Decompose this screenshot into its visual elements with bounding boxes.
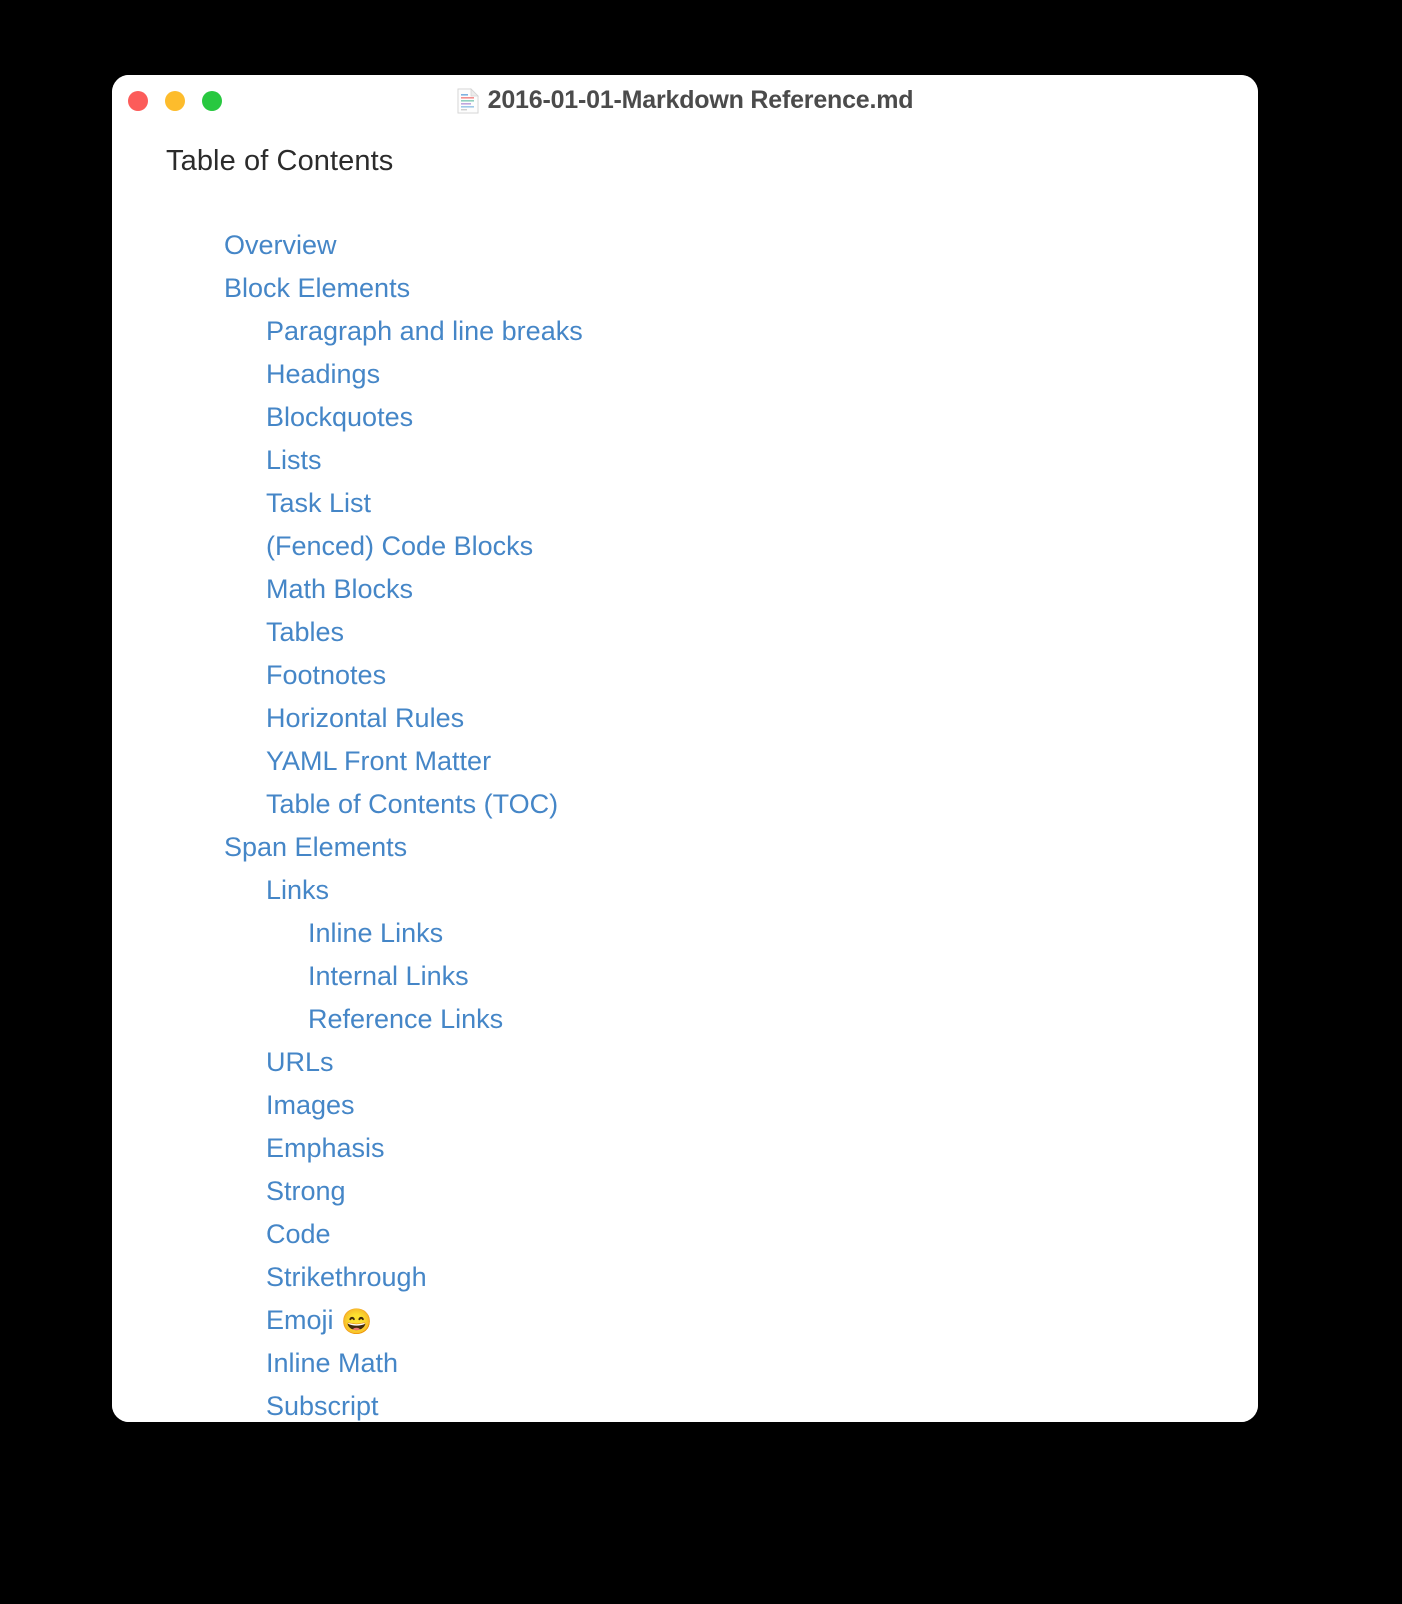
toc-link[interactable]: Block Elements	[224, 273, 410, 303]
list-item: Inline Links	[112, 912, 1258, 955]
toc-link[interactable]: Overview	[224, 230, 337, 260]
window-controls	[128, 91, 222, 111]
toc-link[interactable]: Reference Links	[308, 1004, 503, 1034]
toc-link[interactable]: Math Blocks	[266, 574, 413, 604]
toc-link[interactable]: Table of Contents (TOC)	[266, 789, 558, 819]
window-title-group: 2016-01-01-Markdown Reference.md	[112, 86, 1258, 115]
list-item: Inline Math	[112, 1342, 1258, 1385]
list-item: Images	[112, 1084, 1258, 1127]
close-button[interactable]	[128, 91, 148, 111]
toc-link[interactable]: Subscript	[266, 1391, 379, 1421]
list-item: YAML Front Matter	[112, 740, 1258, 783]
document-content: Table of Contents Overview Block Elements…	[112, 127, 1258, 1422]
toc-link[interactable]: Span Elements	[224, 832, 407, 862]
list-item: Headings	[112, 353, 1258, 396]
screenshot-canvas: 2016-01-01-Markdown Reference.md Table o…	[0, 0, 1402, 1604]
list-item: (Fenced) Code Blocks	[112, 525, 1258, 568]
toc-link[interactable]: Images	[266, 1090, 355, 1120]
list-item: Footnotes	[112, 654, 1258, 697]
toc-link[interactable]: YAML Front Matter	[266, 746, 491, 776]
toc-link[interactable]: Headings	[266, 359, 380, 389]
toc-link[interactable]: Inline Links	[308, 918, 443, 948]
toc-link[interactable]: Strikethrough	[266, 1262, 427, 1292]
list-item: Subscript	[112, 1385, 1258, 1422]
page-title: Table of Contents	[166, 145, 394, 177]
list-item: Span Elements	[112, 826, 1258, 869]
list-item: Strong	[112, 1170, 1258, 1213]
list-item: Links	[112, 869, 1258, 912]
list-item: Code	[112, 1213, 1258, 1256]
list-item: Reference Links	[112, 998, 1258, 1041]
list-item: Strikethrough	[112, 1256, 1258, 1299]
toc-link[interactable]: Lists	[266, 445, 322, 475]
list-item: Table of Contents (TOC)	[112, 783, 1258, 826]
list-item: Tables	[112, 611, 1258, 654]
toc-link[interactable]: URLs	[266, 1047, 334, 1077]
minimize-button[interactable]	[165, 91, 185, 111]
toc-link[interactable]: Inline Math	[266, 1348, 398, 1378]
window-titlebar[interactable]: 2016-01-01-Markdown Reference.md	[112, 75, 1258, 127]
toc-link[interactable]: Emphasis	[266, 1133, 385, 1163]
list-item: Internal Links	[112, 955, 1258, 998]
toc-link[interactable]: Links	[266, 875, 329, 905]
toc-link[interactable]: (Fenced) Code Blocks	[266, 531, 533, 561]
maximize-button[interactable]	[202, 91, 222, 111]
list-item: Overview	[112, 224, 1258, 267]
list-item: Emoji 😄	[112, 1299, 1258, 1342]
toc-link[interactable]: Horizontal Rules	[266, 703, 464, 733]
list-item: Paragraph and line breaks	[112, 310, 1258, 353]
list-item: Lists	[112, 439, 1258, 482]
document-page-icon	[457, 87, 479, 113]
toc-link[interactable]: Emoji 😄	[266, 1305, 373, 1336]
markdown-editor-window: 2016-01-01-Markdown Reference.md Table o…	[112, 75, 1258, 1422]
toc-link[interactable]: Footnotes	[266, 660, 386, 690]
list-item: Math Blocks	[112, 568, 1258, 611]
list-item: Blockquotes	[112, 396, 1258, 439]
toc-link[interactable]: Tables	[266, 617, 344, 647]
toc-link[interactable]: Code	[266, 1219, 331, 1249]
list-item: Task List	[112, 482, 1258, 525]
toc-link[interactable]: Task List	[266, 488, 371, 518]
list-item: Horizontal Rules	[112, 697, 1258, 740]
list-item: Emphasis	[112, 1127, 1258, 1170]
window-title: 2016-01-01-Markdown Reference.md	[487, 86, 914, 114]
table-of-contents-list: Overview Block Elements Paragraph and line…	[112, 178, 1258, 1422]
toc-link[interactable]: Internal Links	[308, 961, 469, 991]
toc-link[interactable]: Strong	[266, 1176, 346, 1206]
grinning-face-emoji-icon: 😄	[341, 1308, 373, 1336]
list-item: Block Elements	[112, 267, 1258, 310]
toc-link[interactable]: Paragraph and line breaks	[266, 316, 583, 346]
toc-link[interactable]: Blockquotes	[266, 402, 413, 432]
list-item: URLs	[112, 1041, 1258, 1084]
